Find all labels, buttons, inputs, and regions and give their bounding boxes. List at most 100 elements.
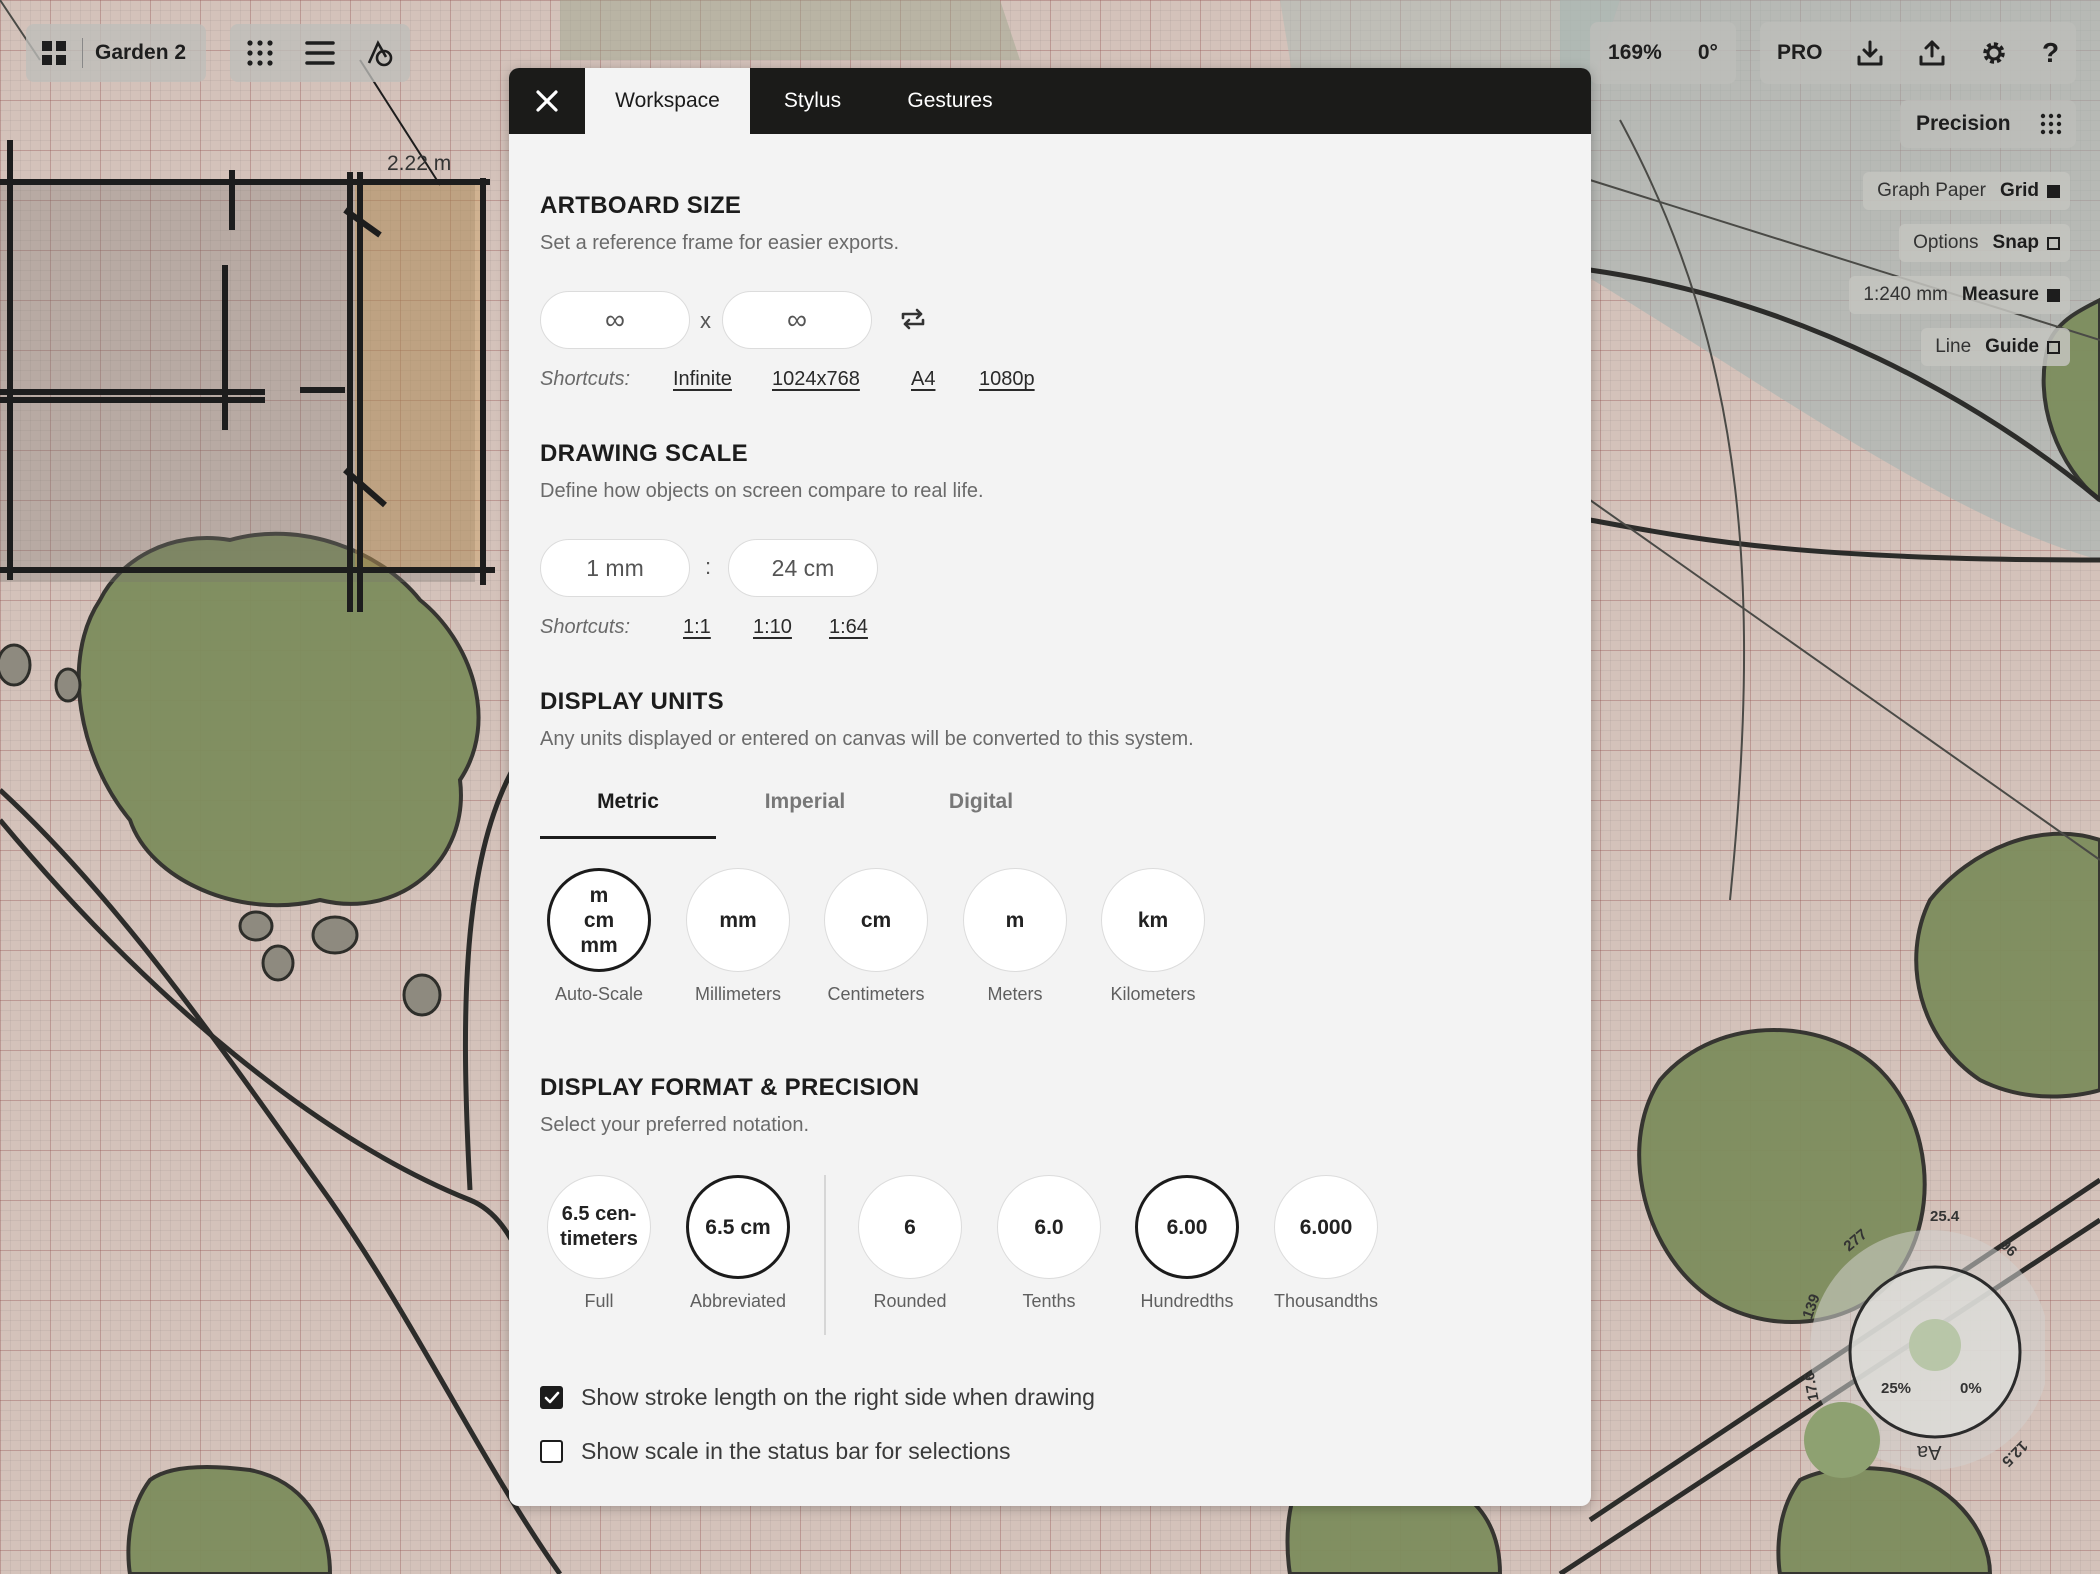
drawing-scale-desc: Define how objects on screen compare to … [540,480,984,502]
wheel-top-value: 25.4 [1930,1208,1960,1225]
grid-type-label[interactable]: Graph Paper [1877,180,1986,202]
tab-metric[interactable]: Metric [540,790,716,839]
unit-millimeters[interactable]: mm [686,868,790,972]
rotation-angle[interactable]: 0° [1698,41,1718,65]
close-icon [536,90,558,112]
export-icon[interactable] [1918,39,1946,67]
shortcut-a4[interactable]: A4 [911,368,935,391]
precision-rounded[interactable]: 6 [858,1175,962,1279]
tab-imperial[interactable]: Imperial [717,790,893,836]
unit-meters[interactable]: m [963,868,1067,972]
shapes-icon[interactable] [355,28,405,78]
unit-kilometers[interactable]: km [1101,868,1205,972]
measure-scale-label[interactable]: 1:240 mm [1863,284,1947,306]
zoom-level[interactable]: 169% [1608,41,1662,65]
guide-checkbox[interactable] [2047,340,2060,354]
artboard-size-title: ARTBOARD SIZE [540,192,742,219]
tab-gestures[interactable]: Gestures [875,68,1025,134]
grid-label: Grid [1999,180,2039,201]
guide-toggle-row[interactable]: Line Guide [1921,328,2070,366]
snap-checkbox[interactable] [2047,236,2060,250]
stroke-length-label: Show stroke length on the right side whe… [581,1384,1095,1410]
display-units-title: DISPLAY UNITS [540,688,724,715]
grid-toggle-row[interactable]: Graph Paper Grid [1863,172,2070,210]
pro-button[interactable]: PRO [1777,41,1823,65]
gallery-icon[interactable] [26,24,82,82]
tools-pill [230,24,410,82]
status-bar-scale-option[interactable]: Show scale in the status bar for selecti… [540,1438,1011,1465]
wheel-opacity-value: 25% [1881,1380,1912,1397]
swap-dimensions-button[interactable] [899,306,927,334]
tab-workspace[interactable]: Workspace [585,68,750,134]
display-units-desc: Any units displayed or entered on canvas… [540,728,1194,750]
artboard-height-input[interactable]: ∞ [722,291,872,349]
shortcut-1-1[interactable]: 1:1 [683,616,711,639]
precision-thousandths[interactable]: 6.000 [1274,1175,1378,1279]
format-divider [824,1175,826,1335]
precision-label: Precision [1916,112,2011,135]
artboard-shortcuts-label: Shortcuts: [540,368,631,390]
brushes-icon[interactable] [235,28,285,78]
precision-button[interactable]: Precision [1900,100,2076,148]
stroke-length-option[interactable]: Show stroke length on the right side whe… [540,1384,1095,1411]
wheel-flow-value: 0% [1960,1380,1982,1397]
unit-auto-scale[interactable]: m cm mm [547,868,651,972]
actions-pill: PRO ? [1760,22,2076,84]
close-button[interactable] [509,68,585,134]
format-abbreviated-label: Abbreviated [689,1291,787,1311]
status-bar-scale-checkbox[interactable] [540,1440,563,1463]
scale-shortcuts-label: Shortcuts: [540,616,631,638]
grid-checkbox[interactable] [2047,184,2060,198]
precision-hundredths[interactable]: 6.00 [1135,1175,1239,1279]
snap-options-label[interactable]: Options [1913,232,1978,254]
wheel-text-tool[interactable]: Aa [1917,1440,1941,1463]
unit-centimeters[interactable]: cm [824,868,928,972]
format-full-label: Full [584,1291,614,1311]
precision-hundredths-label: Hundredths [1140,1291,1234,1311]
scale-separator: : [705,554,712,579]
unit-auto-scale-label: Auto-Scale [554,984,644,1004]
artboard-separator: x [700,308,711,333]
swap-icon [901,308,925,330]
artboard-size-desc: Set a reference frame for easier exports… [540,232,900,254]
shortcut-infinite[interactable]: Infinite [673,368,732,391]
unit-meters-label: Meters [987,984,1043,1004]
scale-screen-input[interactable]: 1 mm [540,539,690,597]
format-abbreviated[interactable]: 6.5 cm [686,1175,790,1279]
view-pill: 169% 0° [1590,22,1736,84]
document-title[interactable]: Garden 2 [95,41,186,65]
shortcut-1-64[interactable]: 1:64 [829,616,868,639]
status-bar-scale-label: Show scale in the status bar for selecti… [581,1438,1011,1464]
unit-kilometers-label: Kilometers [1110,984,1196,1004]
checkmark-icon [544,1391,559,1403]
snap-label: Snap [1992,232,2039,253]
artboard-width-input[interactable]: ∞ [540,291,690,349]
shortcut-1-10[interactable]: 1:10 [753,616,792,639]
tab-stylus[interactable]: Stylus [750,68,875,134]
tool-wheel[interactable]: 25.4 277 139 17.6 96 12.5 25% 0% Aa [1795,1200,2045,1480]
layers-icon[interactable] [295,28,345,78]
stroke-length-checkbox[interactable] [540,1386,563,1409]
shortcut-1024x768[interactable]: 1024x768 [772,368,860,391]
settings-dialog: Workspace Stylus Gestures ARTBOARD SIZE … [509,68,1591,1506]
settings-gear-icon[interactable] [1980,39,2008,67]
measure-checkbox[interactable] [2047,288,2060,302]
measure-label-toggle: Measure [1961,284,2039,305]
snap-toggle-row[interactable]: Options Snap [1899,224,2070,262]
display-format-title: DISPLAY FORMAT & PRECISION [540,1074,920,1101]
precision-tenths[interactable]: 6.0 [997,1175,1101,1279]
format-full[interactable]: 6.5 cen- timeters [547,1175,651,1279]
guide-type-label[interactable]: Line [1935,336,1971,358]
guide-label: Guide [1985,336,2039,357]
precision-tenths-label: Tenths [1022,1291,1076,1311]
tab-digital[interactable]: Digital [893,790,1069,836]
help-button[interactable]: ? [2042,37,2059,69]
drawing-scale-title: DRAWING SCALE [540,440,748,467]
measure-toggle-row[interactable]: 1:240 mm Measure [1849,276,2070,314]
document-pill[interactable]: Garden 2 [26,24,206,82]
display-format-desc: Select your preferred notation. [540,1114,810,1136]
shortcut-1080p[interactable]: 1080p [979,368,1035,391]
import-icon[interactable] [1856,39,1884,67]
scale-real-input[interactable]: 24 cm [728,539,878,597]
precision-thousandths-label: Thousandths [1273,1291,1379,1311]
